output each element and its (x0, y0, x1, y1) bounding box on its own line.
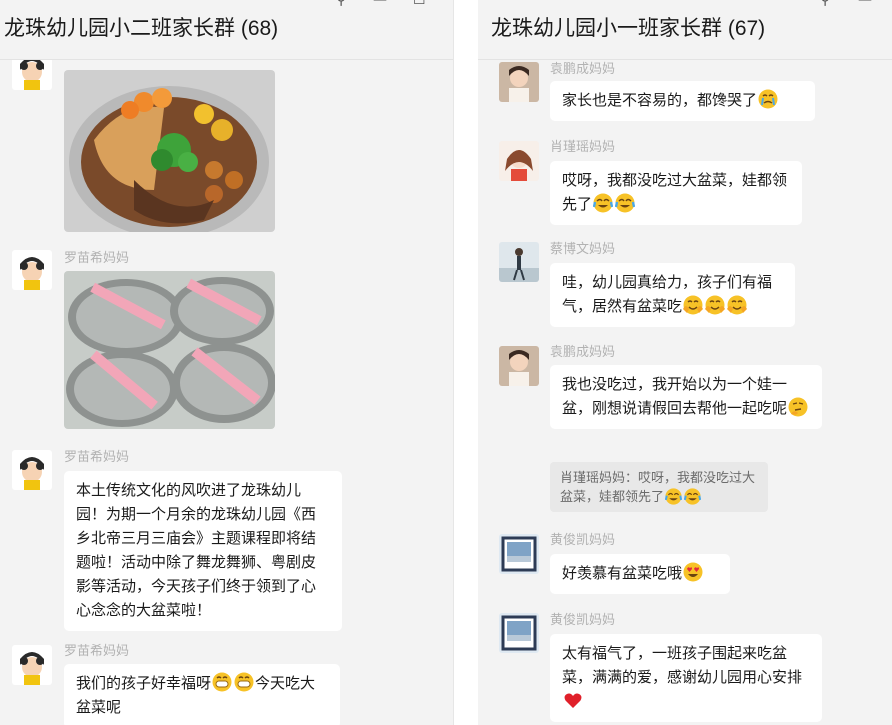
clapping-emoji-icon (727, 295, 748, 315)
clapping-emoji-icon (683, 295, 704, 315)
message-bubble[interactable]: 哇，幼儿园真给力，孩子们有福气，居然有盆菜吃 (550, 263, 795, 327)
tears-of-joy-emoji-icon (665, 488, 683, 505)
avatar[interactable] (499, 62, 539, 102)
quoted-message[interactable]: 肖瑾瑶妈妈：哎呀，我都没吃过大盆菜，娃都领先了 (550, 462, 768, 512)
message-bubble[interactable]: 本土传统文化的风吹进了龙珠幼儿园！为期一个月余的龙珠幼儿园《西乡北帝三月三庙会》… (64, 471, 342, 631)
avatar[interactable] (499, 613, 539, 653)
message-text: 家长也是不容易的，都馋哭了 (562, 92, 758, 109)
avatar[interactable] (12, 450, 52, 490)
minimize-icon[interactable]: — (373, 0, 387, 8)
message-text: 我们的孩子好幸福呀 (76, 675, 212, 692)
message-bubble[interactable]: 好羡慕有盆菜吃哦 (550, 554, 730, 594)
sender-name: 袁鹏成妈妈 (550, 61, 616, 76)
message-bubble[interactable]: 太有福气了，一班孩子围起来吃盆菜，满满的爱，感谢幼儿园用心安排 (550, 634, 822, 722)
avatar[interactable] (12, 250, 52, 290)
sender-name: 黄俊凯妈妈 (550, 532, 616, 547)
quote-text: 肖瑾瑶妈妈：哎呀，我都没吃过大盆菜，娃都领先了 (560, 470, 756, 504)
message-text: 好羡慕有盆菜吃哦 (562, 565, 683, 582)
chat-header-right: 龙珠幼儿园小一班家长群 (67) ⚲ — (478, 0, 892, 60)
chat-header-left: 龙珠幼儿园小二班家长群 (68) ⚲ — ☐ (0, 0, 453, 60)
grin-emoji-icon (234, 672, 254, 692)
chat-window-right: 龙珠幼儿园小一班家长群 (67) ⚲ — 袁鹏成妈妈 家长也是不容易的，都馋哭了… (478, 0, 892, 725)
window-gap (454, 0, 478, 725)
sender-name: 罗苗希妈妈 (64, 449, 130, 464)
sender-name: 罗苗希妈妈 (64, 643, 130, 658)
message-text: 太有福气了，一班孩子围起来吃盆菜，满满的爱，感谢幼儿园用心安排 (562, 645, 803, 686)
avatar[interactable] (499, 346, 539, 386)
message-bubble[interactable]: 我们的孩子好幸福呀 今天吃大盆菜呢 (64, 664, 340, 725)
clapping-emoji-icon (705, 295, 726, 315)
message-bubble[interactable]: 哎呀，我都没吃过大盆菜，娃都领先了 (550, 161, 802, 225)
avatar[interactable] (499, 242, 539, 282)
crying-emoji-icon (758, 89, 778, 109)
message-bubble[interactable]: 家长也是不容易的，都馋哭了 (550, 81, 815, 121)
chat-title: 龙珠幼儿园小二班家长群 (68) (4, 17, 279, 40)
grin-emoji-icon (212, 672, 232, 692)
sender-name: 袁鹏成妈妈 (550, 344, 616, 359)
avatar[interactable] (499, 141, 539, 181)
thinking-emoji-icon (788, 397, 808, 417)
sender-name: 罗苗希妈妈 (64, 250, 130, 265)
food-photo[interactable] (64, 70, 275, 232)
avatar[interactable] (12, 645, 52, 685)
pin-icon[interactable]: ⚲ (820, 0, 830, 8)
maximize-icon[interactable]: ☐ (413, 0, 426, 8)
sender-name: 肖瑾瑶妈妈 (550, 139, 616, 154)
pin-icon[interactable]: ⚲ (336, 0, 346, 8)
avatar[interactable] (499, 534, 539, 574)
message-text: 本土传统文化的风吹进了龙珠幼儿园！为期一个月余的龙珠幼儿园《西乡北帝三月三庙会》… (76, 482, 317, 619)
message-text: 我也没吃过，我开始以为一个娃一盆，刚想说请假回去帮他一起吃呢 (562, 376, 788, 417)
sender-name: 黄俊凯妈妈 (550, 612, 616, 627)
chat-title: 龙珠幼儿园小一班家长群 (67) (491, 17, 766, 40)
tears-of-joy-emoji-icon (615, 193, 636, 213)
sender-name: 蔡博文妈妈 (550, 241, 616, 256)
minimize-icon[interactable]: — (858, 0, 872, 8)
heart-eyes-emoji-icon (683, 562, 703, 582)
pots-photo[interactable] (64, 271, 275, 429)
message-bubble[interactable]: 我也没吃过，我开始以为一个娃一盆，刚想说请假回去帮他一起吃呢 (550, 365, 822, 429)
tears-of-joy-emoji-icon (593, 193, 614, 213)
chat-window-left: 龙珠幼儿园小二班家长群 (68) ⚲ — ☐ 罗苗希妈妈 罗苗希妈妈 本土传统文… (0, 0, 454, 725)
tears-of-joy-emoji-icon (684, 488, 702, 505)
heart-icon (564, 693, 582, 708)
